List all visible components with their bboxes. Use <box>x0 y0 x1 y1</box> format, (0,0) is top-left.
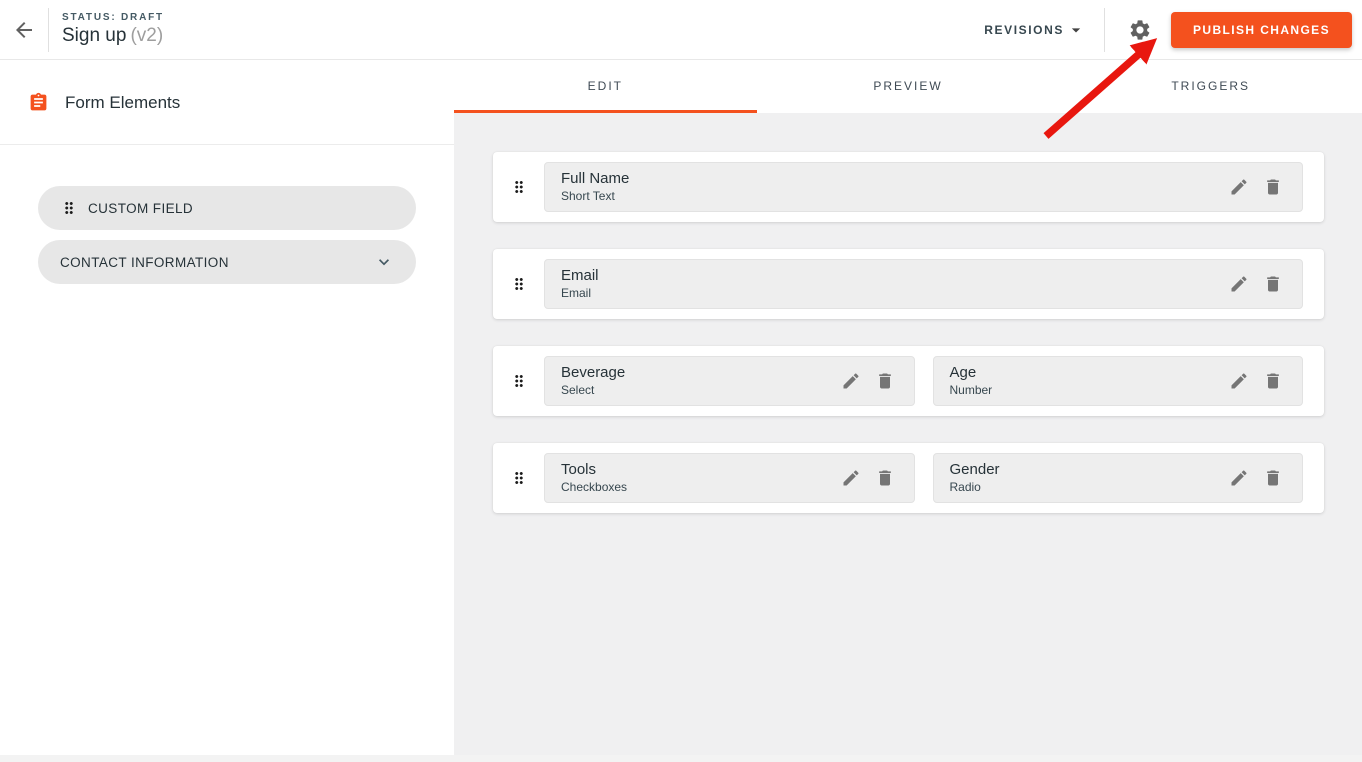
edit-field-button[interactable] <box>1222 274 1256 294</box>
tab-triggers[interactable]: TRIGGERS <box>1059 61 1362 113</box>
field-type: Short Text <box>561 189 1222 204</box>
caret-down-icon <box>1064 20 1086 40</box>
tab-preview[interactable]: PREVIEW <box>757 61 1060 113</box>
publish-changes-button[interactable]: PUBLISH CHANGES <box>1171 12 1352 48</box>
tab-bar: EDIT PREVIEW TRIGGERS <box>454 61 1362 113</box>
edit-field-button[interactable] <box>834 468 868 488</box>
chevron-down-icon <box>374 252 394 272</box>
sidebar-item-label: CUSTOM FIELD <box>88 201 193 216</box>
pencil-icon <box>1229 274 1249 294</box>
pencil-icon <box>841 371 861 391</box>
pencil-icon <box>1229 177 1249 197</box>
field-gender[interactable]: Gender Radio <box>933 453 1304 503</box>
field-type: Email <box>561 286 1222 301</box>
field-beverage[interactable]: Beverage Select <box>544 356 915 406</box>
trash-icon <box>875 468 895 488</box>
page-bottom-strip <box>0 755 1362 762</box>
sidebar-item-label: CONTACT INFORMATION <box>60 255 229 270</box>
header-divider <box>48 8 49 52</box>
field-row: Beverage Select Age Number <box>493 346 1324 416</box>
status-badge: STATUS: DRAFT <box>62 12 164 23</box>
delete-field-button[interactable] <box>1256 371 1290 391</box>
field-name: Email <box>561 267 1222 285</box>
edit-field-button[interactable] <box>1222 371 1256 391</box>
field-name: Gender <box>950 461 1223 479</box>
field-email[interactable]: Email Email <box>544 259 1303 309</box>
field-full-name[interactable]: Full Name Short Text <box>544 162 1303 212</box>
back-button[interactable] <box>0 0 48 59</box>
edit-field-button[interactable] <box>1222 177 1256 197</box>
sidebar-item-custom-field[interactable]: CUSTOM FIELD <box>38 186 416 230</box>
drag-handle-icon[interactable] <box>493 275 544 293</box>
drag-handle-icon[interactable] <box>493 372 544 390</box>
delete-field-button[interactable] <box>1256 177 1290 197</box>
top-header: STATUS: DRAFT Sign up(v2) REVISIONS PUBL… <box>0 0 1362 60</box>
trash-icon <box>1263 177 1283 197</box>
field-type: Number <box>950 383 1223 398</box>
gear-icon <box>1128 18 1152 42</box>
field-tools[interactable]: Tools Checkboxes <box>544 453 915 503</box>
field-row: Full Name Short Text <box>493 152 1324 222</box>
field-type: Select <box>561 383 834 398</box>
field-name: Full Name <box>561 170 1222 188</box>
pencil-icon <box>1229 468 1249 488</box>
trash-icon <box>1263 468 1283 488</box>
page-title: Sign up <box>62 25 126 46</box>
field-type: Checkboxes <box>561 480 834 495</box>
arrow-left-icon <box>12 18 36 42</box>
revisions-label: REVISIONS <box>984 23 1064 37</box>
pencil-icon <box>1229 371 1249 391</box>
field-row: Tools Checkboxes Gender Radio <box>493 443 1324 513</box>
trash-icon <box>875 371 895 391</box>
field-name: Age <box>950 364 1223 382</box>
header-divider <box>1104 8 1105 52</box>
edit-field-button[interactable] <box>834 371 868 391</box>
field-name: Tools <box>561 461 834 479</box>
drag-handle-icon[interactable] <box>493 178 544 196</box>
sidebar: Form Elements CUSTOM FIELD CONTACT INFOR… <box>0 61 454 762</box>
revisions-dropdown[interactable]: REVISIONS <box>984 20 1086 40</box>
field-row: Email Email <box>493 249 1324 319</box>
main-panel: EDIT PREVIEW TRIGGERS Full Name Short Te… <box>454 61 1362 762</box>
sidebar-header: Form Elements <box>0 61 454 145</box>
sidebar-item-contact-information[interactable]: CONTACT INFORMATION <box>38 240 416 284</box>
delete-field-button[interactable] <box>1256 274 1290 294</box>
field-age[interactable]: Age Number <box>933 356 1304 406</box>
sidebar-title: Form Elements <box>65 93 180 113</box>
trash-icon <box>1263 274 1283 294</box>
delete-field-button[interactable] <box>868 371 902 391</box>
trash-icon <box>1263 371 1283 391</box>
delete-field-button[interactable] <box>868 468 902 488</box>
tab-edit[interactable]: EDIT <box>454 61 757 113</box>
field-name: Beverage <box>561 364 834 382</box>
delete-field-button[interactable] <box>1256 468 1290 488</box>
drag-handle-icon <box>60 199 78 217</box>
pencil-icon <box>841 468 861 488</box>
field-type: Radio <box>950 480 1223 495</box>
clipboard-icon <box>28 92 49 113</box>
form-version: (v2) <box>130 25 163 46</box>
drag-handle-icon[interactable] <box>493 469 544 487</box>
form-canvas: Full Name Short Text Email Email <box>454 113 1362 513</box>
edit-field-button[interactable] <box>1222 468 1256 488</box>
settings-button[interactable] <box>1119 0 1161 59</box>
